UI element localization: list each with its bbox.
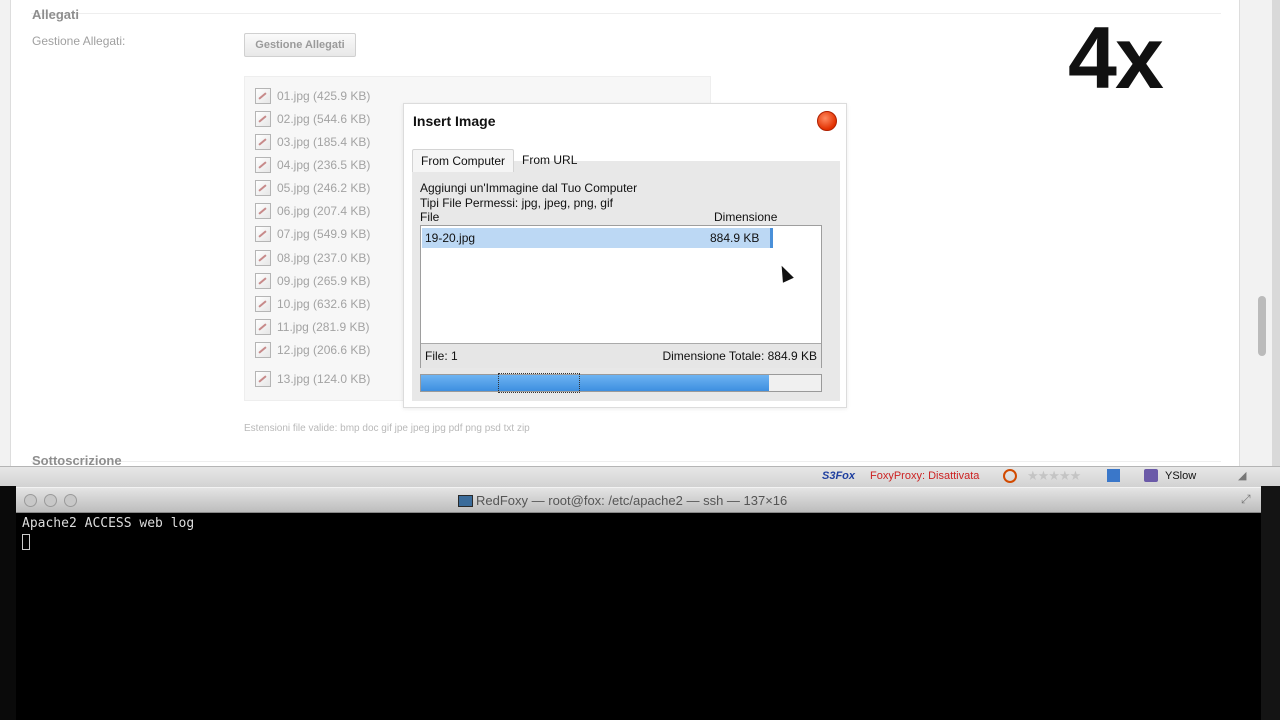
row-progress-indicator [770,228,773,248]
terminal-cursor[interactable] [22,534,30,550]
image-file-icon [255,111,271,127]
section-title: Allegati [32,7,79,22]
table-row[interactable]: 19-20.jpg 884.9 KB [422,228,770,248]
image-file-icon [255,180,271,196]
image-file-icon [255,226,271,242]
file-label: 04.jpg (236.5 KB) [277,158,371,172]
close-icon[interactable] [817,111,837,131]
terminal-folder-icon [458,495,473,507]
file-label: 06.jpg (207.4 KB) [277,204,371,218]
column-header-file: File [420,210,440,224]
table-footer: File: 1 Dimensione Totale: 884.9 KB [421,343,821,368]
list-item[interactable]: 06.jpg (207.4 KB) [255,202,370,220]
tab-from-computer[interactable]: From Computer [412,149,515,172]
list-item[interactable]: 08.jpg (237.0 KB) [255,249,370,267]
desktop-background [1261,486,1280,720]
resize-grip-icon[interactable]: ◢ [1238,469,1252,483]
list-item[interactable]: 04.jpg (236.5 KB) [255,156,370,174]
file-count: File: 1 [425,349,458,363]
divider [31,461,1221,462]
close-window-icon[interactable] [24,494,37,507]
window-edge [1272,0,1280,466]
upload-heading: Aggiungi un'Immagine dal Tuo Computer [420,181,638,195]
list-item[interactable]: 03.jpg (185.4 KB) [255,133,370,151]
image-file-icon [255,371,271,387]
list-item[interactable]: 11.jpg (281.9 KB) [255,318,370,336]
allowed-types: Tipi File Permessi: jpg, jpeg, png, gif [420,196,613,210]
file-name: 19-20.jpg [425,231,476,245]
upload-file-table: 19-20.jpg 884.9 KB File: 1 Dimensione To… [420,225,822,368]
file-label: 07.jpg (549.9 KB) [277,227,371,241]
image-file-icon [255,319,271,335]
file-label: 09.jpg (265.9 KB) [277,274,371,288]
valid-extensions-note: Estensioni file valide: bmp doc gif jpe … [244,423,530,434]
file-size: 884.9 KB [710,231,760,245]
image-file-icon [255,88,271,104]
page-scrollbar[interactable] [1258,296,1266,356]
extension-icon[interactable] [1107,469,1120,482]
file-label: 11.jpg (281.9 KB) [277,320,370,334]
yslow-icon[interactable] [1144,469,1158,482]
block-icon[interactable] [1003,469,1017,483]
image-file-icon [255,157,271,173]
tab-from-url[interactable]: From URL [514,149,585,171]
desktop-background [0,486,16,720]
file-label: 03.jpg (185.4 KB) [277,135,371,149]
zoom-window-icon[interactable] [64,494,77,507]
speed-overlay: 4x [1068,8,1164,107]
manage-attachments-label: Gestione Allegati: [32,34,126,48]
terminal-titlebar[interactable]: RedFoxy — root@fox: /etc/apache2 — ssh —… [16,488,1261,513]
yslow-button[interactable]: YSlow [1165,470,1196,482]
rating-stars-icon[interactable]: ★★★★★ [1027,468,1081,484]
s3fox-button[interactable]: S3Fox [822,470,855,482]
file-label: 02.jpg (544.6 KB) [277,112,371,126]
file-label: 08.jpg (237.0 KB) [277,251,371,265]
terminal-title: RedFoxy — root@fox: /etc/apache2 — ssh —… [476,493,788,508]
fullscreen-icon[interactable]: ⤢ [1241,492,1251,507]
dialog-title: Insert Image [413,113,496,129]
upload-progress-bar [420,373,822,393]
image-file-icon [255,134,271,150]
list-item[interactable]: 09.jpg (265.9 KB) [255,272,370,290]
manage-attachments-button[interactable]: Gestione Allegati [244,33,356,57]
section-title: Sottoscrizione [32,453,122,466]
list-item[interactable]: 02.jpg (544.6 KB) [255,110,370,128]
column-header-size: Dimensione [714,210,778,224]
focus-ring [498,373,580,393]
image-file-icon [255,273,271,289]
divider [31,13,1221,14]
browser-page: Allegati Gestione Allegati: Gestione All… [0,0,1280,466]
image-file-icon [255,250,271,266]
list-item[interactable]: 01.jpg (425.9 KB) [255,87,370,105]
image-file-icon [255,296,271,312]
list-item[interactable]: 10.jpg (632.6 KB) [255,295,370,313]
image-file-icon [255,203,271,219]
file-label: 05.jpg (246.2 KB) [277,181,371,195]
dialog-tabs: From Computer From URL [412,149,585,172]
foxyproxy-status[interactable]: FoxyProxy: Disattivata [870,470,979,482]
file-label: 01.jpg (425.9 KB) [277,89,371,103]
insert-image-dialog: Insert Image From Computer From URL Aggi… [403,103,847,408]
minimize-window-icon[interactable] [44,494,57,507]
terminal-window: RedFoxy — root@fox: /etc/apache2 — ssh —… [16,488,1261,720]
list-item[interactable]: 12.jpg (206.6 KB) [255,341,370,359]
list-item[interactable]: 07.jpg (549.9 KB) [255,225,370,243]
browser-status-bar: S3Fox FoxyProxy: Disattivata ★★★★★ YSlow… [0,466,1280,487]
terminal-output-line: Apache2 ACCESS web log [22,516,195,531]
upload-progress-fill [421,375,769,391]
image-file-icon [255,342,271,358]
file-label: 10.jpg (632.6 KB) [277,297,371,311]
total-size: Dimensione Totale: 884.9 KB [662,349,817,363]
list-item[interactable]: 13.jpg (124.0 KB) [255,370,370,388]
file-label: 12.jpg (206.6 KB) [277,343,371,357]
file-label: 13.jpg (124.0 KB) [277,372,371,386]
list-item[interactable]: 05.jpg (246.2 KB) [255,179,370,197]
